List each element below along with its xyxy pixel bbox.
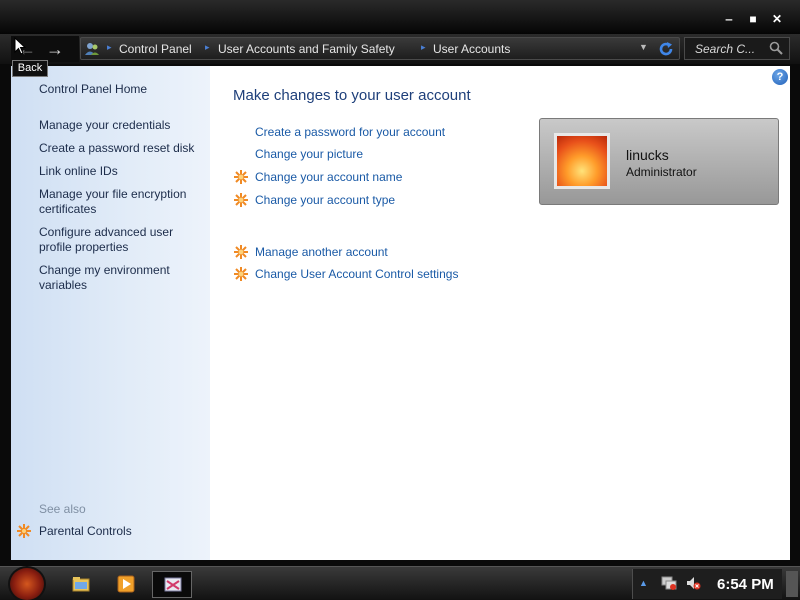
system-tray: ▲ 6:54 PM (632, 569, 782, 599)
shield-icon (17, 524, 31, 538)
task-pane: Control Panel Home Manage your credentia… (11, 66, 210, 560)
explorer-icon (72, 577, 90, 592)
network-icon[interactable] (661, 575, 677, 591)
volume-muted-icon[interactable] (685, 575, 701, 591)
show-hidden-icons-icon[interactable]: ▲ (639, 578, 648, 588)
title-bar: ‒ ■ ✕ (0, 0, 800, 34)
breadcrumb-separator: ▸ (107, 42, 112, 52)
close-button[interactable]: ✕ (769, 12, 785, 26)
link-online-ids-link[interactable]: Link online IDs (39, 164, 209, 179)
environment-variables-link[interactable]: Change my environment variables (39, 263, 189, 293)
taskbar: ▲ 6:54 PM (0, 566, 800, 600)
address-bar[interactable]: ▸ Control Panel ▸ User Accounts and Fami… (80, 37, 680, 60)
help-icon[interactable]: ? (772, 69, 788, 85)
account-tile: linucks Administrator (539, 118, 779, 205)
parental-controls-link[interactable]: Parental Controls (39, 524, 209, 539)
avatar (554, 133, 610, 189)
maximize-button[interactable]: ■ (745, 12, 761, 26)
account-role: Administrator (626, 165, 697, 179)
clock[interactable]: 6:54 PM (717, 576, 774, 593)
page-title: Make changes to your user account (233, 87, 471, 104)
media-player-icon (117, 575, 135, 593)
refresh-icon[interactable] (657, 40, 675, 58)
mouse-pointer-icon (14, 37, 26, 55)
back-tooltip: Back (12, 60, 48, 77)
shield-icon (234, 193, 248, 207)
forward-button[interactable]: → (43, 39, 67, 59)
breadcrumb-user-accounts[interactable]: User Accounts (433, 42, 510, 56)
account-name: linucks (626, 147, 669, 163)
create-password-link[interactable]: Create a password for your account (255, 125, 445, 139)
search-input[interactable]: Search C... (684, 37, 790, 60)
address-dropdown-icon[interactable]: ▼ (639, 42, 648, 52)
see-also-heading: See also (39, 502, 86, 516)
change-account-type-link[interactable]: Change your account type (255, 193, 395, 207)
change-picture-link[interactable]: Change your picture (255, 147, 363, 161)
search-placeholder: Search C... (695, 42, 756, 56)
change-account-name-link[interactable]: Change your account name (255, 170, 402, 184)
breadcrumb-separator: ▸ (205, 42, 210, 52)
start-button[interactable] (8, 566, 46, 600)
shield-icon (234, 267, 248, 281)
taskbar-explorer-button[interactable] (62, 571, 102, 598)
control-panel-home-link[interactable]: Control Panel Home (39, 82, 209, 97)
breadcrumb-control-panel[interactable]: Control Panel (119, 42, 192, 56)
uac-settings-link[interactable]: Change User Account Control settings (255, 267, 458, 281)
search-icon[interactable] (769, 41, 783, 55)
advanced-profile-link[interactable]: Configure advanced user profile properti… (39, 225, 189, 255)
main-content: ? Make changes to your user account Crea… (210, 66, 790, 560)
password-reset-disk-link[interactable]: Create a password reset disk (39, 141, 209, 156)
user-accounts-icon (85, 43, 99, 55)
control-panel-window: ‒ ■ ✕ ← → ▸ Control Panel ▸ User Account… (0, 0, 800, 566)
navigation-bar: ← → ▸ Control Panel ▸ User Accounts and … (0, 34, 800, 64)
minimize-button[interactable]: ‒ (721, 12, 737, 26)
show-desktop-button[interactable] (786, 571, 798, 597)
control-panel-icon (164, 577, 182, 592)
file-encryption-link[interactable]: Manage your file encryption certificates (39, 187, 199, 217)
taskbar-control-panel-button[interactable] (152, 571, 192, 598)
manage-another-account-link[interactable]: Manage another account (255, 245, 388, 259)
breadcrumb-separator: ▸ (421, 42, 426, 52)
breadcrumb-user-accounts-family-safety[interactable]: User Accounts and Family Safety (218, 42, 395, 56)
shield-icon (234, 170, 248, 184)
manage-credentials-link[interactable]: Manage your credentials (39, 118, 209, 133)
taskbar-media-button[interactable] (106, 571, 146, 598)
shield-icon (234, 245, 248, 259)
